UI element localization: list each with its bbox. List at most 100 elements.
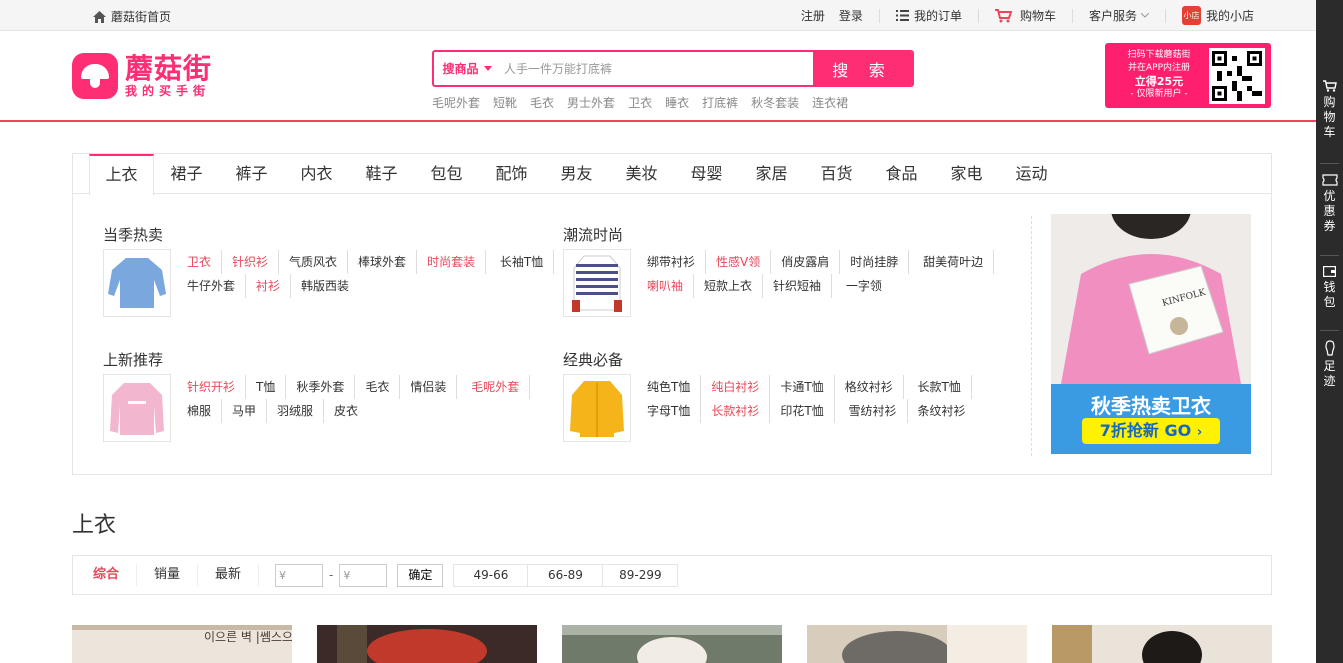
tab-general-goods[interactable]: 百货 — [804, 154, 869, 193]
product-card[interactable] — [1052, 625, 1272, 663]
product-card[interactable]: 이으른 벽 |쎔스으 — [72, 625, 292, 663]
search-scope-dropdown[interactable]: 搜商品 — [434, 52, 500, 85]
sidebar-wallet[interactable]: 钱包 — [1316, 266, 1343, 310]
product-image — [562, 625, 782, 663]
tab-underwear[interactable]: 内衣 — [284, 154, 349, 193]
category-link[interactable]: 秋季外套 — [296, 375, 356, 399]
hotword-link[interactable]: 短靴 — [493, 94, 517, 111]
yellow-cardigan-image[interactable] — [563, 374, 631, 442]
tab-pants[interactable]: 裤子 — [219, 154, 284, 193]
sort-comprehensive[interactable]: 综合 — [76, 564, 138, 586]
category-link[interactable]: 长款T恤 — [918, 375, 972, 399]
hotword-link[interactable]: 毛衣 — [530, 94, 554, 111]
price-max-input[interactable]: ¥ — [339, 563, 388, 587]
home-link[interactable]: 蘑菇街首页 — [93, 8, 171, 25]
category-link[interactable]: 长款衬衫 — [711, 399, 771, 423]
category-link[interactable]: 毛衣 — [365, 375, 401, 399]
category-link[interactable]: 性感V领 — [716, 250, 772, 274]
my-orders-link[interactable]: 我的订单 — [889, 7, 969, 24]
category-link[interactable]: 情侣装 — [410, 375, 458, 399]
tab-tops[interactable]: 上衣 — [89, 154, 154, 195]
app-download-promo[interactable]: 扫码下载蘑菇街 并在APP内注册 立得25元 - 仅限新用户 - — [1105, 43, 1271, 108]
category-link[interactable]: 喇叭袖 — [647, 274, 695, 298]
hotword-link[interactable]: 毛呢外套 — [432, 94, 480, 111]
site-logo[interactable]: 蘑菇街 我的买手街 — [72, 53, 212, 99]
price-min-input[interactable]: ¥ — [275, 563, 324, 587]
category-link[interactable]: 俏皮露肩 — [781, 250, 841, 274]
category-link[interactable]: 条纹衬衫 — [918, 399, 976, 423]
cart-link[interactable]: 购物车 — [988, 7, 1063, 24]
category-link[interactable]: 牛仔外套 — [187, 274, 247, 298]
category-link[interactable]: 纯色T恤 — [647, 375, 702, 399]
price-range-option[interactable]: 66-89 — [528, 563, 604, 587]
category-link[interactable]: 长袖T恤 — [500, 250, 555, 274]
category-link[interactable]: 短款上衣 — [704, 274, 764, 298]
sort-newest[interactable]: 最新 — [198, 564, 260, 586]
category-link[interactable]: 皮衣 — [334, 399, 368, 423]
hotword-link[interactable]: 卫衣 — [628, 94, 652, 111]
category-link[interactable]: 印花T恤 — [780, 399, 835, 423]
category-link[interactable]: 毛呢外套 — [471, 375, 531, 399]
category-link[interactable]: 针织开衫 — [187, 375, 247, 399]
pink-sweatshirt-image[interactable] — [103, 374, 171, 442]
category-link[interactable]: 羽绒服 — [277, 399, 325, 423]
striped-sweater-image[interactable] — [563, 249, 631, 317]
tab-skirts[interactable]: 裙子 — [154, 154, 219, 193]
register-link[interactable]: 注册 — [794, 7, 832, 24]
customer-service-menu[interactable]: 客户服务 — [1082, 7, 1156, 24]
category-link[interactable]: 绑带衬衫 — [647, 250, 707, 274]
hotword-link[interactable]: 秋冬套装 — [751, 94, 799, 111]
banner-title: 秋季热卖卫衣 — [1091, 394, 1211, 418]
category-link[interactable]: 针织衫 — [232, 250, 280, 274]
login-link[interactable]: 登录 — [832, 7, 870, 24]
hotword-link[interactable]: 打底裤 — [702, 94, 738, 111]
category-link[interactable]: 卫衣 — [187, 250, 223, 274]
category-link[interactable]: 纯白衬衫 — [711, 375, 771, 399]
category-link[interactable]: 马甲 — [232, 399, 268, 423]
tab-home[interactable]: 家居 — [739, 154, 804, 193]
category-link[interactable]: 韩版西装 — [301, 274, 359, 298]
price-range-option[interactable]: 49-66 — [453, 563, 529, 587]
tab-food[interactable]: 食品 — [869, 154, 934, 193]
blue-sweater-image[interactable] — [103, 249, 171, 317]
tab-boyfriend[interactable]: 男友 — [544, 154, 609, 193]
category-link[interactable]: T恤 — [256, 375, 287, 399]
banner-cta-button[interactable]: 7折抢新 GO › — [1082, 418, 1220, 444]
sidebar-cart[interactable]: 购物车 — [1316, 80, 1343, 140]
tab-sports[interactable]: 运动 — [999, 154, 1064, 193]
hotword-link[interactable]: 男士外套 — [567, 94, 615, 111]
product-card[interactable] — [562, 625, 782, 663]
category-link[interactable]: 字母T恤 — [647, 399, 702, 423]
autumn-hoodie-banner[interactable]: KINFOLK 秋季热卖卫衣 7折抢新 GO › — [1051, 214, 1251, 454]
product-card[interactable] — [807, 625, 1027, 663]
search-button[interactable]: 搜 索 — [813, 52, 912, 85]
category-link[interactable]: 时尚挂脖 — [850, 250, 910, 274]
tab-accessories[interactable]: 配饰 — [479, 154, 544, 193]
tab-appliances[interactable]: 家电 — [934, 154, 999, 193]
category-link[interactable]: 格纹衬衫 — [845, 375, 904, 399]
category-link[interactable]: 棉服 — [187, 399, 223, 423]
my-shop-link[interactable]: 小店 我的小店 — [1175, 6, 1261, 25]
hotword-link[interactable]: 连衣裙 — [812, 94, 848, 111]
price-confirm-button[interactable]: 确定 — [397, 563, 444, 587]
tab-beauty[interactable]: 美妆 — [609, 154, 674, 193]
hotword-link[interactable]: 睡衣 — [665, 94, 689, 111]
price-range-option[interactable]: 89-299 — [603, 563, 679, 587]
search-input[interactable] — [500, 52, 813, 85]
sidebar-coupon[interactable]: 优惠券 — [1316, 174, 1343, 234]
tab-shoes[interactable]: 鞋子 — [349, 154, 414, 193]
sidebar-footprint[interactable]: 足迹 — [1316, 340, 1343, 389]
category-link[interactable]: 一字领 — [846, 274, 892, 298]
tab-bags[interactable]: 包包 — [414, 154, 479, 193]
category-link[interactable]: 气质风衣 — [289, 250, 349, 274]
category-link[interactable]: 卡通T恤 — [780, 375, 835, 399]
category-link[interactable]: 甜美荷叶边 — [923, 250, 995, 274]
product-card[interactable] — [317, 625, 537, 663]
category-link[interactable]: 雪纺衬衫 — [849, 399, 908, 423]
sort-sales[interactable]: 销量 — [137, 564, 199, 586]
category-link[interactable]: 衬衫 — [256, 274, 292, 298]
tab-baby[interactable]: 母婴 — [674, 154, 739, 193]
category-link[interactable]: 时尚套装 — [427, 250, 487, 274]
category-link[interactable]: 棒球外套 — [358, 250, 418, 274]
category-link[interactable]: 针织短袖 — [773, 274, 833, 298]
